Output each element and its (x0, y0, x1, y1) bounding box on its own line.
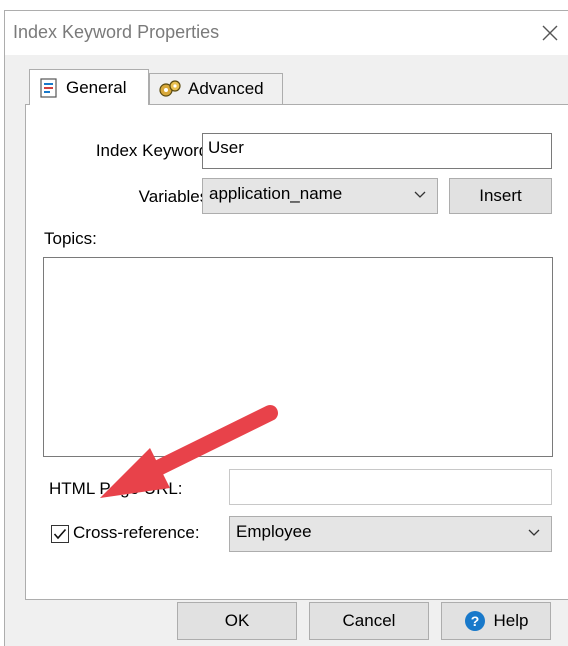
index-keyword-label: Index Keyword: (95, 141, 213, 160)
title-bar: Index Keyword Properties (5, 11, 568, 55)
cross-reference-select[interactable]: Employee (229, 516, 552, 552)
svg-text:?: ? (470, 613, 479, 629)
gears-icon (159, 80, 181, 97)
help-button[interactable]: ? Help (441, 602, 551, 640)
ok-button[interactable]: OK (177, 602, 297, 640)
window-title: Index Keyword Properties (13, 22, 220, 42)
index-keyword-input[interactable]: User (202, 133, 552, 169)
chevron-down-icon (414, 191, 426, 198)
cross-reference-selected-value: Employee (236, 522, 312, 541)
dialog-window: Index Keyword Properties General Advance… (4, 10, 568, 646)
tab-advanced-label: Advanced (188, 79, 264, 98)
close-icon[interactable] (536, 19, 564, 47)
help-button-label: Help (493, 611, 529, 630)
topics-list[interactable] (43, 257, 553, 457)
tab-advanced[interactable]: Advanced (149, 73, 283, 105)
tab-general[interactable]: General (29, 69, 149, 105)
variables-select[interactable]: application_name (202, 178, 438, 214)
variables-selected-value: application_name (209, 184, 343, 203)
general-panel: Index Keyword: User Variables: applicati… (25, 104, 568, 600)
html-page-url-input[interactable] (229, 469, 552, 505)
cross-reference-checkbox[interactable] (51, 525, 69, 543)
cancel-button[interactable]: Cancel (309, 602, 429, 640)
document-icon (40, 77, 57, 98)
chevron-down-icon (528, 529, 540, 536)
topics-label: Topics: (44, 229, 97, 248)
help-icon: ? (464, 611, 485, 631)
insert-button[interactable]: Insert (449, 178, 552, 214)
cross-reference-label: Cross-reference: (73, 523, 200, 542)
tab-general-label: General (66, 77, 127, 97)
checkmark-icon (53, 528, 67, 540)
html-page-url-label: HTML Page URL: (49, 479, 183, 498)
